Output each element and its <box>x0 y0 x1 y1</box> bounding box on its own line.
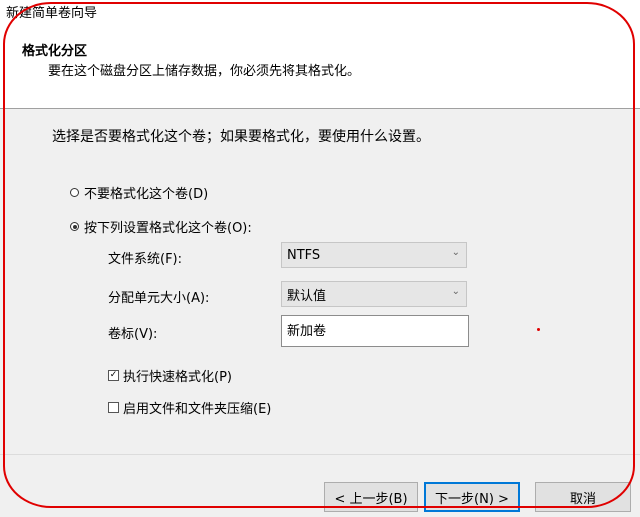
volume-label-value: 新加卷 <box>287 324 327 339</box>
next-button[interactable]: 下一步(N) > <box>424 482 520 512</box>
file-system-select[interactable]: NTFS ⌄ <box>281 242 467 268</box>
radio-button-icon[interactable] <box>70 188 79 197</box>
chevron-down-icon: ⌄ <box>451 247 460 258</box>
allocation-unit-label: 分配单元大小(A): <box>108 291 210 306</box>
quick-format-option[interactable]: ✓ 执行快速格式化(P) <box>108 366 232 385</box>
allocation-unit-value: 默认值 <box>287 288 327 304</box>
chevron-down-icon: ⌄ <box>451 286 460 297</box>
compression-option[interactable]: 启用文件和文件夹压缩(E) <box>108 398 271 417</box>
volume-label-label: 卷标(V): <box>108 327 158 342</box>
no-format-label: 不要格式化这个卷(D) <box>84 187 209 202</box>
page-subtitle: 要在这个磁盘分区上储存数据，你必须先将其格式化。 <box>48 64 361 79</box>
compression-label: 启用文件和文件夹压缩(E) <box>123 402 272 417</box>
no-format-option[interactable]: 不要格式化这个卷(D) <box>70 183 208 202</box>
file-system-value: NTFS <box>287 247 321 263</box>
allocation-unit-select[interactable]: 默认值 ⌄ <box>281 281 467 307</box>
file-system-label: 文件系统(F): <box>108 252 183 267</box>
checkbox-icon[interactable] <box>108 402 119 413</box>
back-button[interactable]: < 上一步(B) <box>324 482 418 512</box>
annotation-dot <box>537 328 540 331</box>
format-label: 按下列设置格式化这个卷(O): <box>84 221 252 236</box>
wizard-body: 选择是否要格式化这个卷；如果要格式化，要使用什么设置。 不要格式化这个卷(D) … <box>0 109 640 454</box>
window-title: 新建简单卷向导 <box>6 6 98 21</box>
cancel-button[interactable]: 取消 <box>535 482 631 512</box>
radio-button-checked-icon[interactable] <box>70 222 79 231</box>
wizard-header: 格式化分区 要在这个磁盘分区上储存数据，你必须先将其格式化。 <box>0 22 640 109</box>
quick-format-label: 执行快速格式化(P) <box>123 370 232 385</box>
wizard-footer: < 上一步(B) 下一步(N) > 取消 <box>0 454 640 517</box>
format-option[interactable]: 按下列设置格式化这个卷(O): <box>70 217 252 236</box>
title-bar: 新建简单卷向导 <box>0 0 640 22</box>
checkbox-checked-icon[interactable]: ✓ <box>108 370 119 381</box>
instruction-text: 选择是否要格式化这个卷；如果要格式化，要使用什么设置。 <box>52 129 430 145</box>
page-title: 格式化分区 <box>22 44 88 59</box>
volume-label-input[interactable]: 新加卷 <box>281 315 469 347</box>
